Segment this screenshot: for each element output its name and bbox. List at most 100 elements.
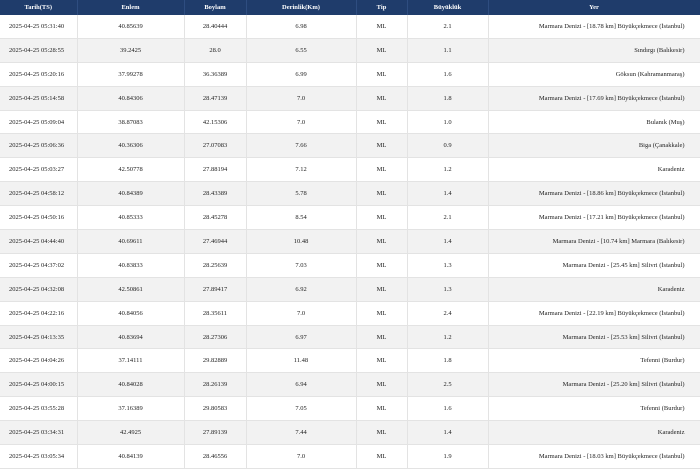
cell-depth: 7.0 xyxy=(246,86,357,111)
table-row[interactable]: 2025-04-25 04:13:35 40.83694 28.27306 6.97 M… xyxy=(0,325,700,350)
cell-date: 2025-04-25 04:58:12 xyxy=(0,181,78,207)
cell-date: 2025-04-25 05:03:27 xyxy=(0,157,78,183)
cell-magnitude: 1.4 xyxy=(407,229,489,254)
cell-type: ML xyxy=(356,253,408,278)
cell-longitude: 27.46944 xyxy=(184,229,247,254)
table-row[interactable]: 2025-04-25 05:06:36 40.36306 27.07083 7.66 M… xyxy=(0,133,700,159)
cell-magnitude: 1.4 xyxy=(407,181,489,207)
table-row[interactable]: 2025-04-25 05:31:40 40.85639 28.40444 6.98 M… xyxy=(0,15,700,39)
cell-longitude: 28.27306 xyxy=(184,325,247,350)
cell-place: Marmara Denizi - [22.19 km] Büyükçekmece… xyxy=(488,301,700,326)
cell-latitude: 38.87083 xyxy=(77,110,185,135)
table-row[interactable]: 2025-04-25 04:22:16 40.84056 28.35611 7.0 ML… xyxy=(0,301,700,326)
cell-magnitude: 2.1 xyxy=(407,15,489,39)
cell-depth: 5.78 xyxy=(246,181,357,207)
cell-place: Marmara Denizi - [18.86 km] Büyükçekmece… xyxy=(488,181,700,207)
cell-magnitude: 0.9 xyxy=(407,133,489,159)
cell-longitude: 28.26139 xyxy=(184,372,247,398)
cell-type: ML xyxy=(356,38,408,63)
cell-depth: 7.44 xyxy=(246,420,357,446)
cell-place: Marmara Denizi - [18.78 km] Büyükçekmece… xyxy=(488,15,700,39)
cell-magnitude: 1.6 xyxy=(407,396,489,422)
table-row[interactable]: 2025-04-25 04:37:02 40.83833 28.25639 7.03 M… xyxy=(0,253,700,278)
table-row[interactable]: 2025-04-25 05:09:04 38.87083 42.15306 7.0 ML… xyxy=(0,110,700,135)
table-row[interactable]: 2025-04-25 03:34:31 42.4925 27.89139 7.44 ML… xyxy=(0,420,700,446)
cell-magnitude: 1.2 xyxy=(407,157,489,183)
table-row[interactable]: 2025-04-25 04:50:16 40.85333 28.45278 8.54 M… xyxy=(0,205,700,231)
cell-magnitude: 1.9 xyxy=(407,444,489,469)
cell-place: Karadeniz xyxy=(488,277,700,302)
table-row[interactable]: 2025-04-25 03:55:28 37.16389 29.80583 7.05 M… xyxy=(0,396,700,422)
cell-date: 2025-04-25 03:55:28 xyxy=(0,396,78,422)
cell-date: 2025-04-25 04:22:16 xyxy=(0,301,78,326)
cell-longitude: 29.80583 xyxy=(184,396,247,422)
table-row[interactable]: 2025-04-25 04:58:12 40.84389 28.43389 5.78 M… xyxy=(0,181,700,207)
cell-type: ML xyxy=(356,325,408,350)
cell-date: 2025-04-25 04:44:40 xyxy=(0,229,78,254)
cell-place: Tefenni (Burdur) xyxy=(488,348,700,374)
table-row[interactable]: 2025-04-25 04:32:08 42.50861 27.89417 6.92 M… xyxy=(0,277,700,302)
cell-latitude: 39.2425 xyxy=(77,38,185,63)
cell-place: Göksun (Kahramanmaraş) xyxy=(488,62,700,87)
cell-type: ML xyxy=(356,444,408,469)
cell-date: 2025-04-25 05:28:55 xyxy=(0,38,78,63)
table-row[interactable]: 2025-04-25 05:03:27 42.50778 27.88194 7.12 M… xyxy=(0,157,700,183)
table-row[interactable]: 2025-04-25 04:04:26 37.14111 29.82889 11.48… xyxy=(0,348,700,374)
cell-longitude: 28.47139 xyxy=(184,86,247,111)
cell-date: 2025-04-25 05:20:16 xyxy=(0,62,78,87)
header-place[interactable]: Yer xyxy=(488,0,700,15)
cell-latitude: 40.84306 xyxy=(77,86,185,111)
cell-latitude: 40.85333 xyxy=(77,205,185,231)
cell-place: Bulanık (Muş) xyxy=(488,110,700,135)
header-latitude[interactable]: Enlem xyxy=(77,0,185,15)
cell-date: 2025-04-25 05:09:04 xyxy=(0,110,78,135)
cell-date: 2025-04-25 05:06:36 xyxy=(0,133,78,159)
cell-date: 2025-04-25 05:31:40 xyxy=(0,15,78,39)
cell-place: Marmara Denizi - [25.45 km] Silivri (İst… xyxy=(488,253,700,278)
cell-magnitude: 1.3 xyxy=(407,277,489,302)
cell-type: ML xyxy=(356,133,408,159)
cell-latitude: 40.36306 xyxy=(77,133,185,159)
header-longitude[interactable]: Boylam xyxy=(184,0,247,15)
cell-longitude: 27.07083 xyxy=(184,133,247,159)
cell-depth: 7.0 xyxy=(246,444,357,469)
cell-type: ML xyxy=(356,229,408,254)
cell-depth: 7.0 xyxy=(246,301,357,326)
header-depth[interactable]: Derinlik(Km) xyxy=(246,0,357,15)
cell-depth: 6.98 xyxy=(246,15,357,39)
table-row[interactable]: 2025-04-25 04:00:15 40.84028 28.26139 6.94 M… xyxy=(0,372,700,398)
cell-depth: 11.48 xyxy=(246,348,357,374)
cell-latitude: 37.14111 xyxy=(77,348,185,374)
cell-depth: 8.54 xyxy=(246,205,357,231)
cell-magnitude: 1.8 xyxy=(407,86,489,111)
table-row[interactable]: 2025-04-25 03:05:34 40.84139 28.46556 7.0 ML… xyxy=(0,444,700,469)
cell-type: ML xyxy=(356,348,408,374)
cell-place: Marmara Denizi - [17.21 km] Büyükçekmece… xyxy=(488,205,700,231)
cell-latitude: 42.50778 xyxy=(77,157,185,183)
cell-type: ML xyxy=(356,301,408,326)
cell-depth: 6.99 xyxy=(246,62,357,87)
cell-type: ML xyxy=(356,157,408,183)
cell-latitude: 42.4925 xyxy=(77,420,185,446)
cell-type: ML xyxy=(356,420,408,446)
header-date[interactable]: Tarih(TS) xyxy=(0,0,78,15)
table-row[interactable]: 2025-04-25 05:28:55 39.2425 28.0 6.55 ML 1.1 S… xyxy=(0,38,700,63)
cell-date: 2025-04-25 03:05:34 xyxy=(0,444,78,469)
cell-magnitude: 1.3 xyxy=(407,253,489,278)
table-row[interactable]: 2025-04-25 04:44:40 40.69611 27.46944 10.48… xyxy=(0,229,700,254)
header-row: Tarih(TS) Enlem Boylam Derinlik(Km) Tip … xyxy=(0,0,700,15)
cell-type: ML xyxy=(356,15,408,39)
earthquake-table: Tarih(TS) Enlem Boylam Derinlik(Km) Tip … xyxy=(0,0,700,469)
table-row[interactable]: 2025-04-25 05:20:16 37.99278 36.36389 6.99 M… xyxy=(0,62,700,87)
cell-latitude: 40.84389 xyxy=(77,181,185,207)
cell-depth: 7.12 xyxy=(246,157,357,183)
cell-longitude: 28.25639 xyxy=(184,253,247,278)
cell-type: ML xyxy=(356,62,408,87)
cell-magnitude: 2.1 xyxy=(407,205,489,231)
header-magnitude[interactable]: Büyüklük xyxy=(407,0,489,15)
cell-longitude: 28.40444 xyxy=(184,15,247,39)
cell-date: 2025-04-25 05:14:58 xyxy=(0,86,78,111)
cell-place: Sındırgı (Balıkesir) xyxy=(488,38,700,63)
header-type[interactable]: Tip xyxy=(356,0,408,15)
table-row[interactable]: 2025-04-25 05:14:58 40.84306 28.47139 7.0 ML… xyxy=(0,86,700,111)
